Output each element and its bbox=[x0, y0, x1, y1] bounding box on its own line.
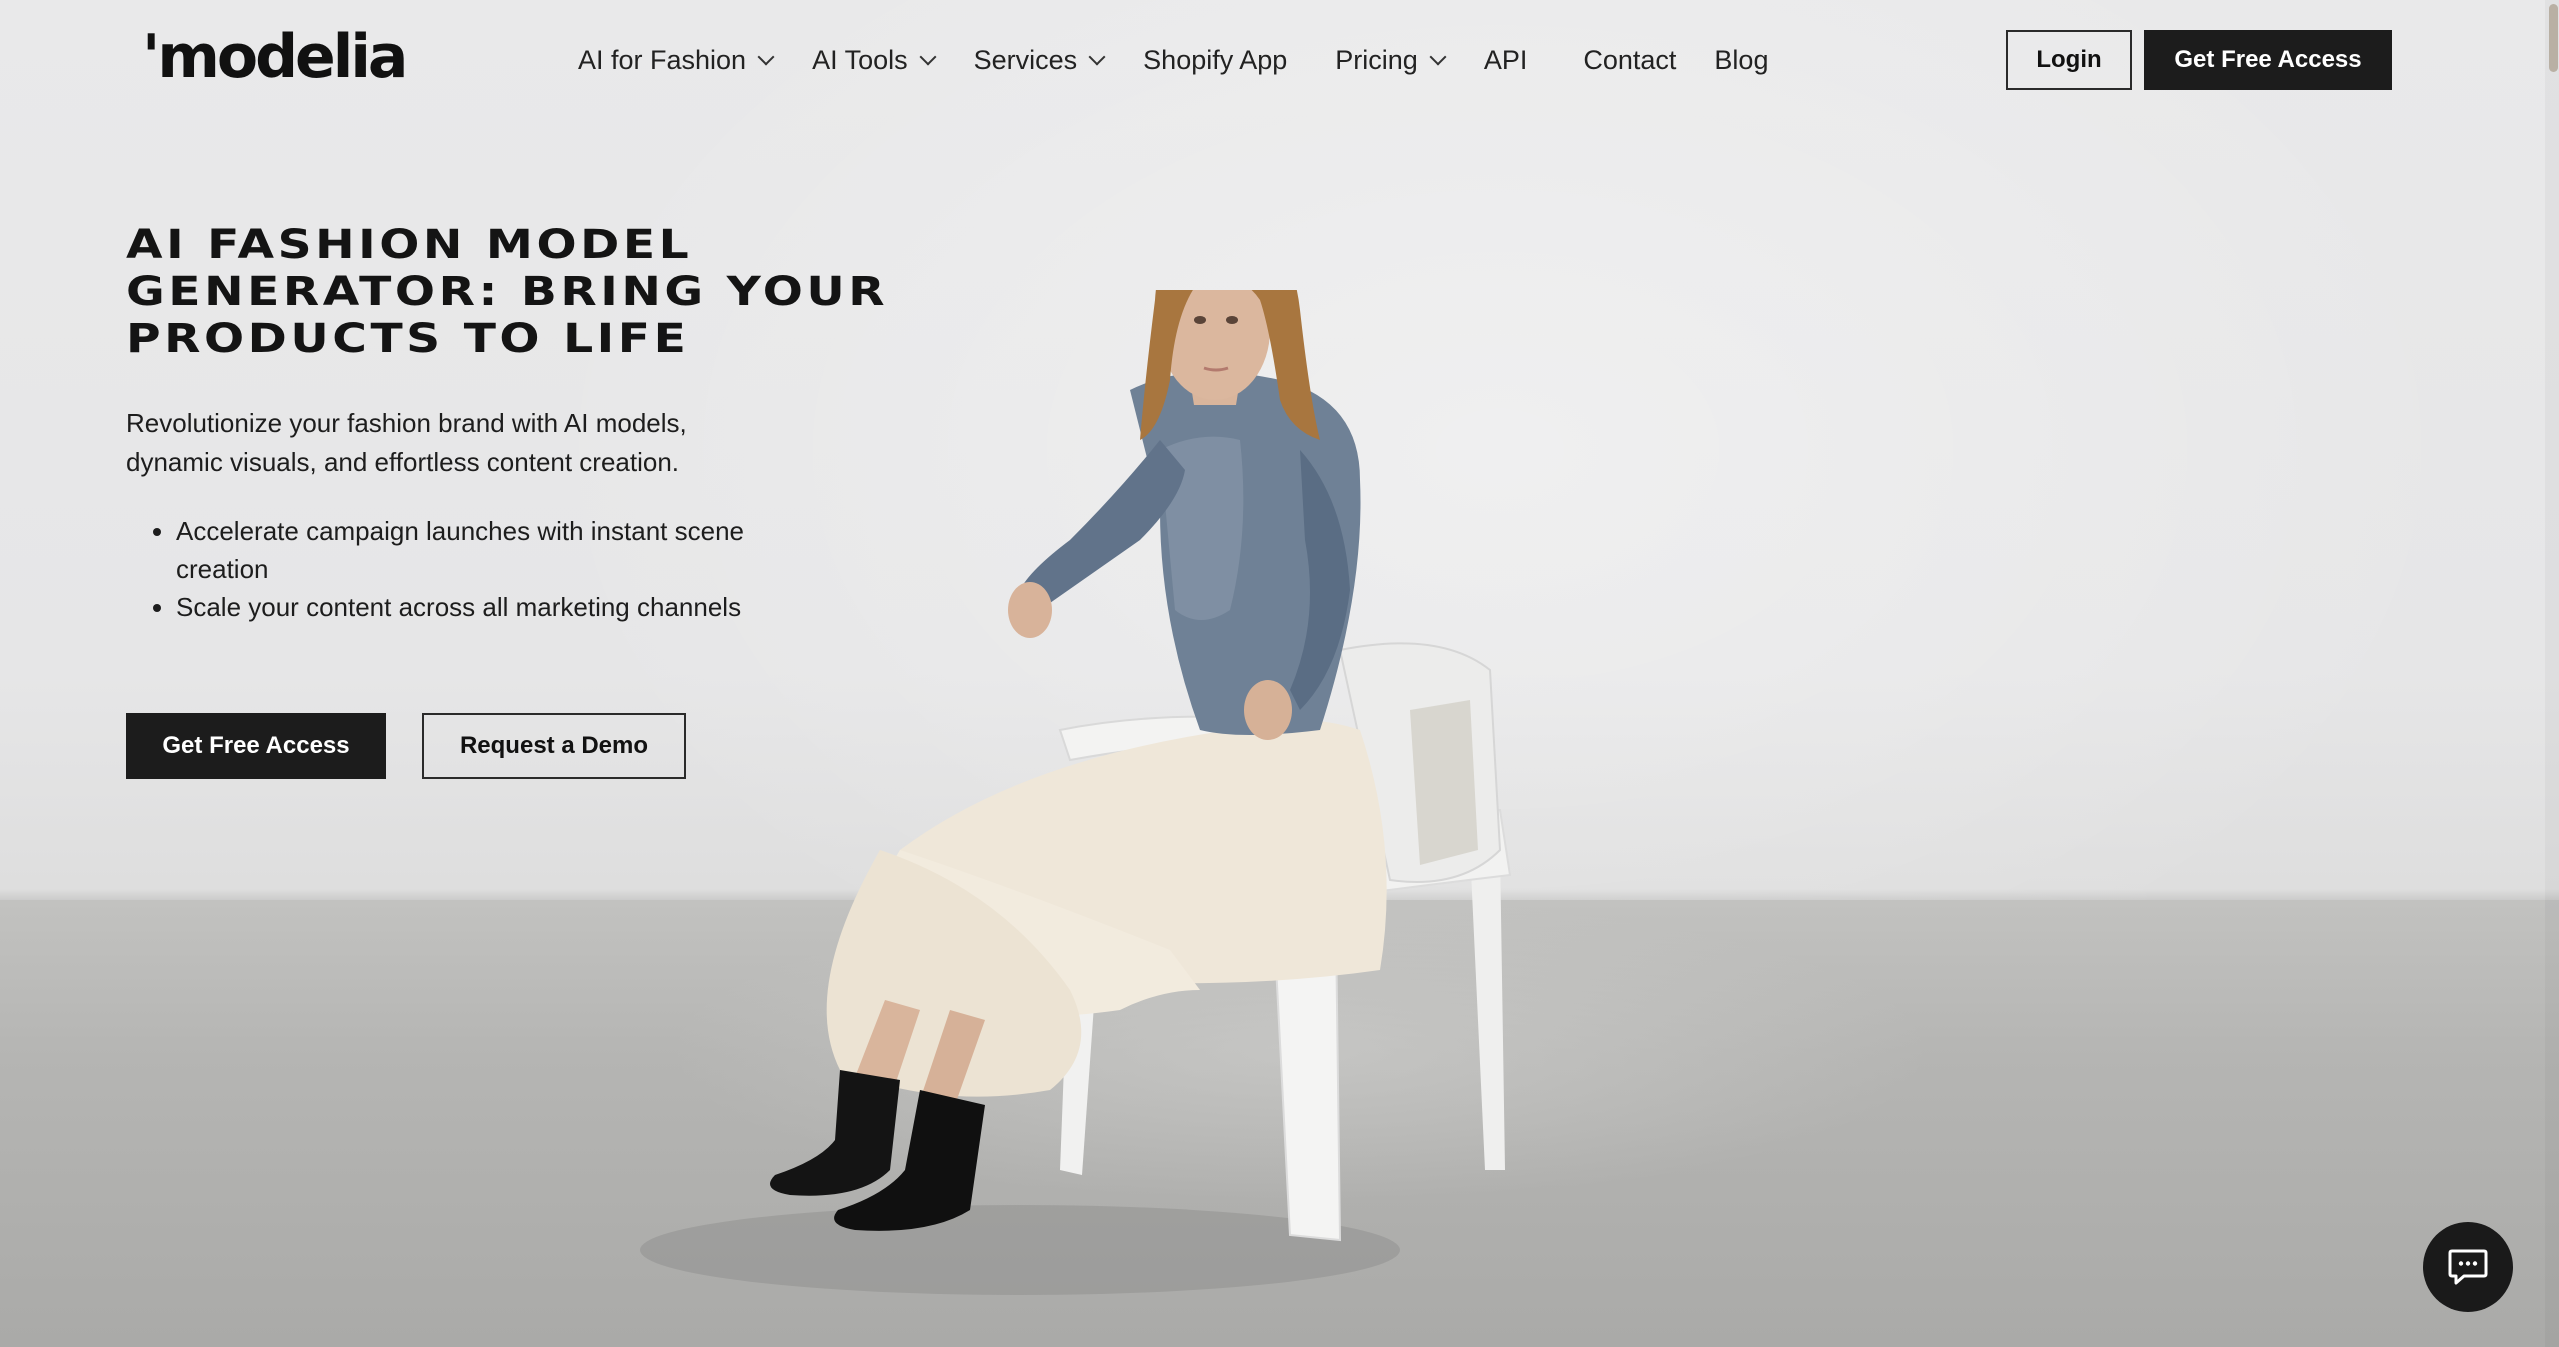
subtitle-line-1: Revolutionize your fashion brand with AI… bbox=[126, 408, 687, 438]
nav-item-services[interactable]: Services bbox=[973, 45, 1106, 76]
nav-item-ai-tools[interactable]: AI Tools bbox=[812, 45, 937, 76]
nav-item-label: API bbox=[1483, 45, 1528, 75]
hero-headline: AI FASHION MODEL GENERATOR: BRING YOUR P… bbox=[126, 222, 952, 363]
nav-item-blog[interactable]: Blog bbox=[1714, 45, 1768, 76]
nav-item-label: Contact bbox=[1583, 45, 1677, 75]
hero-benefits-list: Accelerate campaign launches with instan… bbox=[126, 512, 766, 626]
scrollbar-thumb[interactable] bbox=[2549, 4, 2558, 72]
hero-subtitle: Revolutionize your fashion brand with AI… bbox=[126, 404, 766, 482]
nav-item-label: AI Tools bbox=[812, 45, 908, 75]
hero-get-free-access-button[interactable]: Get Free Access bbox=[126, 713, 386, 779]
page-scrollbar[interactable] bbox=[2545, 0, 2559, 1347]
hero-section bbox=[0, 0, 2559, 1347]
nav-item-label: Shopify App bbox=[1143, 45, 1288, 75]
benefit-item: Scale your content across all marketing … bbox=[176, 588, 766, 626]
nav-item-api[interactable]: API bbox=[1484, 45, 1528, 76]
nav-item-contact[interactable]: Contact bbox=[1583, 45, 1676, 76]
chevron-down-icon bbox=[919, 48, 937, 65]
nav-item-shopify-app[interactable]: Shopify App bbox=[1143, 45, 1287, 76]
nav-item-ai-for-fashion[interactable]: AI for Fashion bbox=[578, 45, 775, 76]
modelia-logo[interactable]: 'modelia bbox=[142, 22, 408, 92]
nav-menu: AI for Fashion AI Tools Services Shopify… bbox=[578, 45, 1808, 76]
nav-item-label: AI for Fashion bbox=[578, 45, 747, 75]
headline-line-1: AI FASHION MODEL bbox=[126, 222, 693, 268]
benefit-item: Accelerate campaign launches with instan… bbox=[176, 512, 766, 588]
nav-item-label: Blog bbox=[1714, 45, 1769, 75]
chevron-down-icon bbox=[757, 48, 775, 65]
request-demo-button[interactable]: Request a Demo bbox=[422, 713, 686, 779]
nav-item-label: Pricing bbox=[1335, 45, 1418, 75]
chat-widget-button[interactable] bbox=[2423, 1222, 2513, 1312]
chevron-down-icon bbox=[1088, 48, 1106, 65]
nav-item-label: Services bbox=[973, 45, 1078, 75]
nav-item-pricing[interactable]: Pricing bbox=[1335, 45, 1447, 76]
headline-line-3: PRODUCTS TO LIFE bbox=[126, 316, 690, 362]
nav-get-free-access-button[interactable]: Get Free Access bbox=[2144, 30, 2392, 90]
subtitle-line-2: dynamic visuals, and effortless content … bbox=[126, 447, 680, 477]
chevron-down-icon bbox=[1429, 48, 1447, 65]
chat-bubble-icon bbox=[2448, 1249, 2488, 1285]
headline-line-2: GENERATOR: BRING YOUR bbox=[126, 269, 889, 315]
top-navigation: 'modelia AI for Fashion AI Tools Service… bbox=[0, 0, 2559, 120]
login-button[interactable]: Login bbox=[2006, 30, 2132, 90]
